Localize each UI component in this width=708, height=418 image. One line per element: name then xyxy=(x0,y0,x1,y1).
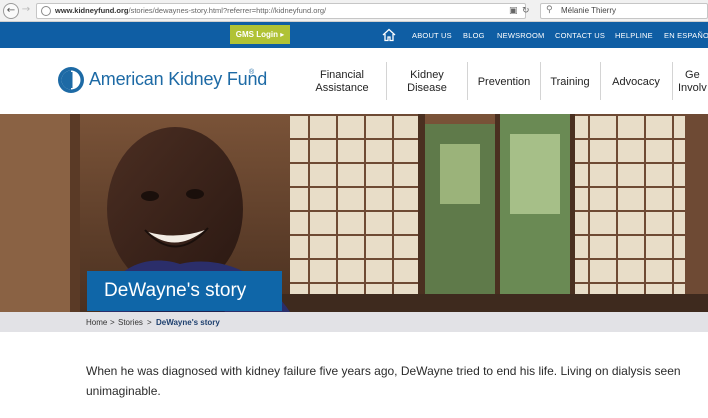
logo-text[interactable]: American Kidney Fund xyxy=(89,69,267,90)
reload-icon[interactable]: ↻ xyxy=(522,6,532,16)
menu-label: Ge xyxy=(685,69,700,81)
breadcrumb-home[interactable]: Home xyxy=(86,318,107,327)
story-intro: When he was diagnosed with kidney failur… xyxy=(86,361,708,401)
menu-label: Financial xyxy=(319,69,364,81)
nav-newsroom[interactable]: NEWSROOM xyxy=(497,31,544,40)
site-header: American Kidney Fund ® Financial Assistan… xyxy=(0,48,708,114)
intro-line: When he was diagnosed with kidney failur… xyxy=(86,364,681,378)
menu-label: Involv xyxy=(678,82,707,94)
menu-financial-assistance[interactable]: Financial Assistance xyxy=(300,58,384,106)
search-input[interactable]: Mélanie Thierry xyxy=(561,6,616,15)
akf-logo-icon[interactable] xyxy=(57,66,85,94)
menu-advocacy[interactable]: Advocacy xyxy=(601,58,671,106)
breadcrumb: Home > Stories > DeWayne's story xyxy=(0,312,708,332)
nav-helpline[interactable]: HELPLINE xyxy=(615,31,653,40)
nav-contact-us[interactable]: CONTACT US xyxy=(555,31,605,40)
address-url: www.kidneyfund.org/stories/dewaynes-stor… xyxy=(55,6,327,15)
menu-divider xyxy=(672,62,673,100)
breadcrumb-separator: > xyxy=(110,318,115,327)
reader-view-icon[interactable]: ▣ xyxy=(509,6,519,16)
forward-icon[interactable]: → xyxy=(20,3,32,19)
utility-nav: GMS Login ▸ ABOUT US BLOG NEWSROOM CONTA… xyxy=(0,22,708,48)
site-info-icon[interactable] xyxy=(41,6,51,16)
home-icon[interactable] xyxy=(382,28,396,42)
nav-blog[interactable]: BLOG xyxy=(463,31,485,40)
menu-label: Prevention xyxy=(477,75,531,88)
registered-mark: ® xyxy=(249,69,255,76)
menu-divider xyxy=(386,62,387,100)
menu-get-involved[interactable]: Ge Involv xyxy=(678,58,708,106)
nav-en-espanol[interactable]: EN ESPAÑOL xyxy=(664,31,708,40)
story-title-banner: DeWayne's story xyxy=(87,271,282,311)
menu-label: Assistance xyxy=(315,82,369,94)
menu-label: Advocacy xyxy=(612,75,660,88)
nav-about-us[interactable]: ABOUT US xyxy=(412,31,452,40)
intro-line: unimaginable. xyxy=(86,384,161,398)
browser-search-box[interactable]: ⚲ Mélanie Thierry xyxy=(540,3,708,19)
search-icon: ⚲ xyxy=(546,5,553,15)
story-title: DeWayne's story xyxy=(104,280,247,301)
back-icon[interactable]: ← xyxy=(3,3,19,19)
menu-label: Disease xyxy=(407,82,447,94)
menu-label: Kidney xyxy=(410,69,444,81)
breadcrumb-stories[interactable]: Stories xyxy=(118,318,143,327)
menu-kidney-disease[interactable]: Kidney Disease xyxy=(388,58,466,106)
breadcrumb-separator: > xyxy=(147,318,152,327)
menu-prevention[interactable]: Prevention xyxy=(468,58,540,106)
address-bar[interactable]: www.kidneyfund.org/stories/dewaynes-stor… xyxy=(36,3,530,19)
browser-toolbar: ← → www.kidneyfund.org/stories/dewaynes-… xyxy=(0,0,708,22)
gms-login-button[interactable]: GMS Login ▸ xyxy=(230,25,290,44)
menu-label: Training xyxy=(550,75,590,88)
breadcrumb-current: DeWayne's story xyxy=(156,318,220,327)
menu-training[interactable]: Training xyxy=(541,58,599,106)
